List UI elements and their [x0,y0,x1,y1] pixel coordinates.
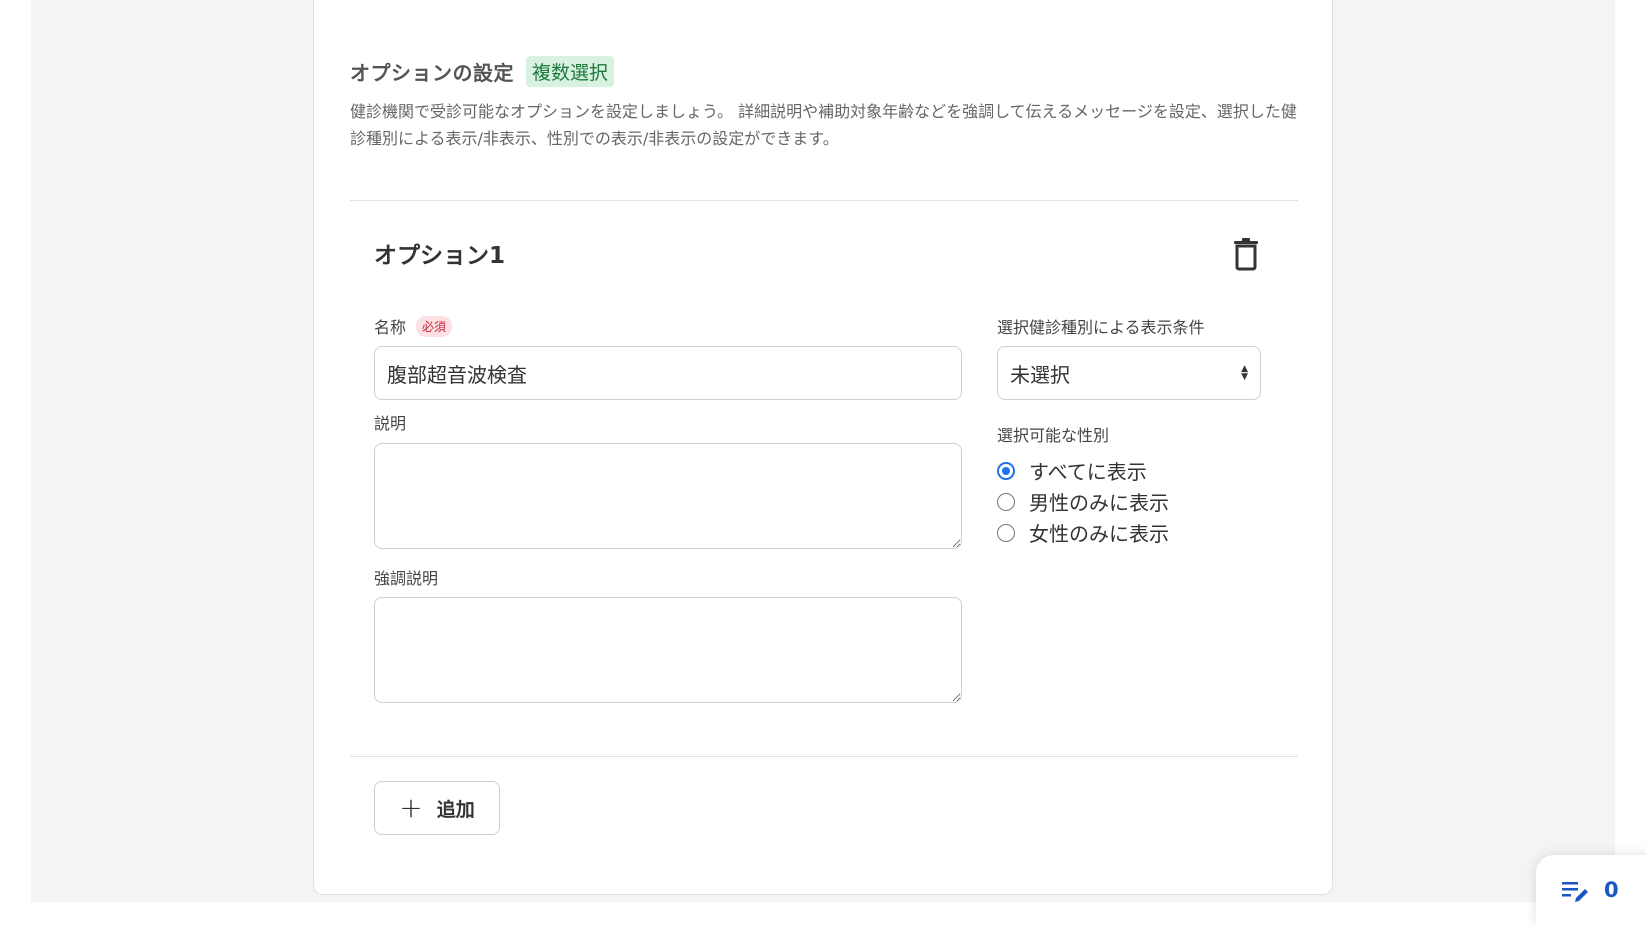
name-input[interactable] [374,346,962,400]
floating-edit-list-button[interactable]: 0 [1536,855,1646,925]
trash-icon[interactable] [1231,237,1261,271]
plus-icon: + [399,791,423,824]
multi-select-badge: 複数選択 [526,56,615,87]
description-textarea[interactable] [374,443,962,549]
description-label: 説明 [374,414,407,433]
gender-radio-female[interactable]: 女性のみに表示 [997,518,1169,547]
radio-button-checked[interactable] [997,461,1015,480]
fab-count: 0 [1604,878,1619,902]
emphasis-field-label: 強調説明 [374,565,438,589]
edit-list-icon [1562,880,1590,908]
gender-radio-all[interactable]: すべてに表示 [997,456,1147,485]
checkup-condition-select[interactable]: 未選択 ▲ ▼ [997,346,1261,400]
gender-label: 選択可能な性別 [997,426,1110,445]
select-arrows-icon: ▲ ▼ [1241,364,1248,382]
required-badge: 必須 [416,315,453,337]
name-label: 名称 [374,318,407,337]
radio-button[interactable] [997,523,1015,542]
checkup-condition-value: 未選択 [1010,362,1070,387]
name-field-label: 名称 必須 [374,314,453,338]
gender-field-label: 選択可能な性別 [997,422,1109,446]
divider-top [350,200,1298,201]
emphasis-textarea[interactable] [374,597,962,703]
gender-radio-male[interactable]: 男性のみに表示 [997,487,1169,516]
divider-bottom [350,756,1298,757]
gender-option-label: すべてに表示 [1029,460,1147,484]
radio-button[interactable] [997,492,1015,511]
gender-option-label: 男性のみに表示 [1029,491,1169,515]
section-header: オプションの設定 複数選択 [350,56,615,87]
add-option-button[interactable]: + 追加 [374,781,500,835]
gender-option-label: 女性のみに表示 [1029,522,1169,546]
checkup-condition-field-label: 選択健診種別による表示条件 [997,314,1205,338]
emphasis-label: 強調説明 [374,569,439,588]
section-title: オプションの設定 [350,61,514,85]
add-button-label: 追加 [436,798,475,821]
checkup-condition-label: 選択健診種別による表示条件 [997,318,1205,337]
section-description: 健診機関で受診可能なオプションを設定しましょう。 詳細説明や補助対象年齢などを強… [350,102,1297,148]
option-title: オプション1 [374,243,506,269]
description-field-label: 説明 [374,410,406,434]
